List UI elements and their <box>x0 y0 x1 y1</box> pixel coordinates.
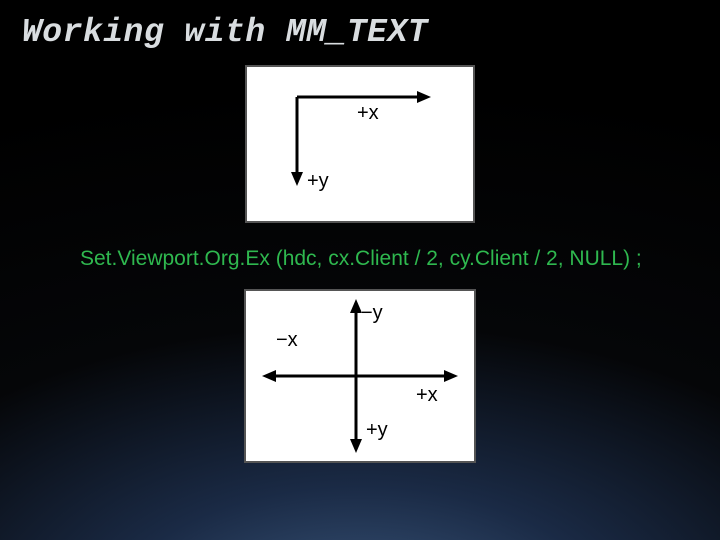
code-line: Set.Viewport.Org.Ex (hdc, cx.Client / 2,… <box>80 247 698 271</box>
axis-label-pos-x: +x <box>416 384 438 406</box>
axis-label-pos-y: +y <box>366 419 388 441</box>
axis-label-neg-x: −x <box>276 329 298 351</box>
figure-center-origin: −y −x +x +y <box>244 289 476 463</box>
figure-default-origin: +x +y <box>245 65 475 223</box>
diagram-axes-topleft: +x +y <box>247 67 473 221</box>
axis-label-plus-x: +x <box>357 102 379 124</box>
page-title: Working with MM_TEXT <box>22 14 698 51</box>
axis-label-neg-y: −y <box>361 302 383 324</box>
slide: Working with MM_TEXT +x +y Set.Viewport.… <box>0 0 720 540</box>
diagram-axes-center: −y −x +x +y <box>246 291 474 461</box>
axis-label-plus-y: +y <box>307 170 329 192</box>
